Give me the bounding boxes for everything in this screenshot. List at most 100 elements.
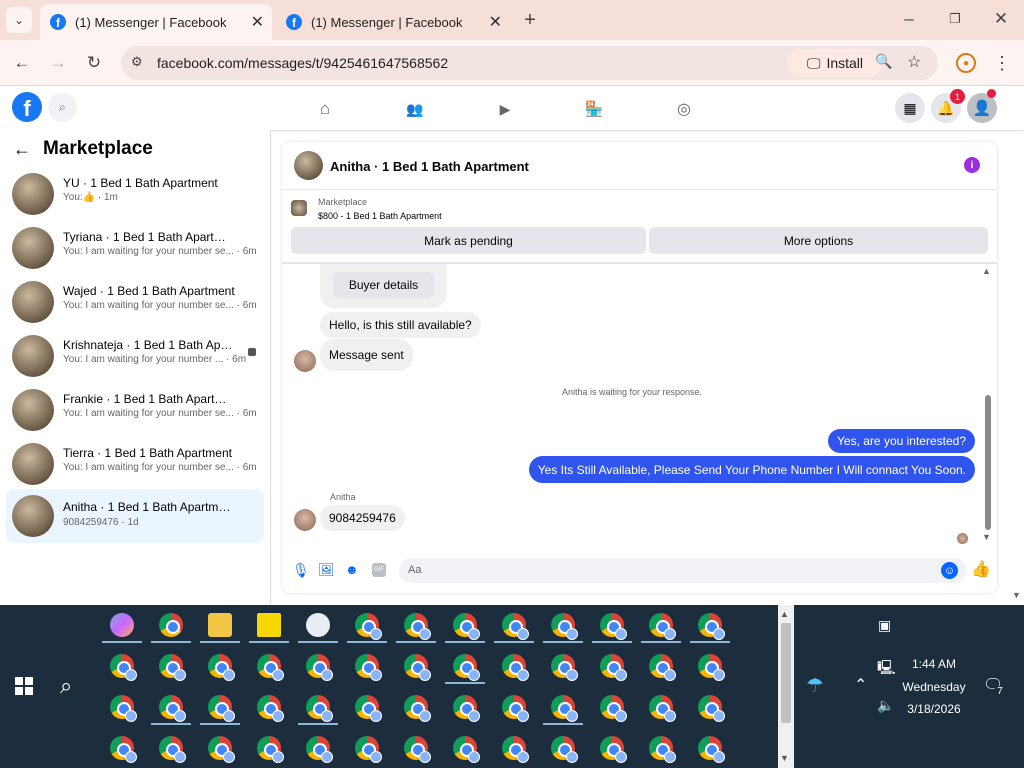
browser-tab-1[interactable]: f (1) Messenger | Facebook ✕ xyxy=(40,4,272,40)
taskbar-app-icon[interactable] xyxy=(600,654,627,681)
watch-icon[interactable]: ▶ xyxy=(494,98,516,120)
image-icon[interactable]: 🖼 xyxy=(318,562,335,578)
install-button[interactable]: 🖵 Install xyxy=(787,49,883,77)
home-icon[interactable]: ⌂ xyxy=(314,98,336,120)
network-icon[interactable]: 🖳 xyxy=(877,657,896,681)
sticker-icon[interactable]: ☻ xyxy=(345,562,359,577)
taskbar-app-icon[interactable] xyxy=(551,695,578,722)
browser-tab-2[interactable]: f (1) Messenger | Facebook ✕ xyxy=(276,4,510,40)
weather-icon[interactable]: ☂ xyxy=(806,673,824,698)
chrome-icon[interactable] xyxy=(159,613,183,637)
window-close-button[interactable]: ✕ xyxy=(988,6,1014,32)
close-tab-icon[interactable]: ✕ xyxy=(251,12,264,32)
conversation-item[interactable]: Frankie · 1 Bed 1 Bath Apartment You: I … xyxy=(6,384,264,438)
menu-grid-icon[interactable]: ▦ xyxy=(895,93,925,123)
taskbar-search-icon[interactable]: ⌕ xyxy=(60,673,72,699)
thumbs-up-send-icon[interactable]: 👍 xyxy=(971,559,991,579)
taskbar-app-icon[interactable] xyxy=(306,695,333,722)
taskbar-app-icon[interactable] xyxy=(453,654,480,681)
scroll-up-icon[interactable]: ▲ xyxy=(982,266,991,276)
listing-thumbnail[interactable] xyxy=(291,200,307,216)
taskbar-app-icon[interactable] xyxy=(404,736,431,763)
conversation-item[interactable]: Tierra · 1 Bed 1 Bath Apartment You: I a… xyxy=(6,438,264,492)
taskbar-app-icon[interactable] xyxy=(159,654,186,681)
taskbar-app-icon[interactable] xyxy=(306,736,333,763)
taskbar-app-icon[interactable] xyxy=(355,736,382,763)
friends-icon[interactable]: 👥 xyxy=(404,98,426,120)
taskbar-app-icon[interactable] xyxy=(551,654,578,681)
taskbar-app-icon[interactable] xyxy=(649,695,676,722)
conversation-item[interactable]: YU · 1 Bed 1 Bath Apartment You:👍 · 1m xyxy=(6,168,264,222)
taskbar-app-icon[interactable] xyxy=(551,736,578,763)
taskbar-app-icon[interactable] xyxy=(110,736,137,763)
taskbar-app-icon[interactable] xyxy=(698,695,725,722)
taskbar-app-icon[interactable] xyxy=(404,654,431,681)
groups-icon[interactable]: ◎ xyxy=(673,98,695,120)
facebook-logo-icon[interactable]: f xyxy=(12,92,42,122)
taskbar-app-icon[interactable] xyxy=(502,613,529,640)
taskbar-scrollbar[interactable]: ▲ ▼ xyxy=(778,605,794,768)
info-icon[interactable]: i xyxy=(964,157,980,173)
taskbar-app-icon[interactable] xyxy=(355,695,382,722)
omnibox[interactable]: ⚙ facebook.com/messages/t/94254616475685… xyxy=(121,46,938,80)
scroll-down-icon[interactable]: ▼ xyxy=(982,532,991,542)
more-options-button[interactable]: More options xyxy=(649,227,988,254)
taskbar-app-icon[interactable] xyxy=(600,736,627,763)
back-arrow-icon[interactable]: ← xyxy=(13,139,31,160)
bookmark-star-icon[interactable]: ☆ xyxy=(907,52,921,72)
taskbar-app-icon[interactable] xyxy=(649,654,676,681)
taskbar-app-icon[interactable] xyxy=(110,654,137,681)
snipping-icon[interactable] xyxy=(306,613,330,637)
zoom-icon[interactable]: 🔍 xyxy=(875,53,892,70)
taskbar-app-icon[interactable] xyxy=(600,695,627,722)
message-input[interactable]: Aa ☺ xyxy=(399,558,966,583)
file-explorer-icon[interactable] xyxy=(208,613,232,637)
profile-icon[interactable]: ● xyxy=(956,53,976,73)
clock-day[interactable]: Wednesday xyxy=(900,680,968,694)
taskbar-scroll-down-icon[interactable]: ▼ xyxy=(780,753,789,763)
conversation-item[interactable]: Tyriana · 1 Bed 1 Bath Apartment You: I … xyxy=(6,222,264,276)
taskbar-app-icon[interactable] xyxy=(551,613,578,640)
chat-scrollbar-thumb[interactable] xyxy=(985,395,991,530)
restore-button[interactable]: ❐ xyxy=(942,6,968,32)
chat-header-name[interactable]: Anitha · 1 Bed 1 Bath Apartment xyxy=(330,159,529,174)
windows-start-icon[interactable] xyxy=(15,677,33,695)
taskbar-app-icon[interactable] xyxy=(208,736,235,763)
reload-button[interactable]: ↻ xyxy=(81,50,107,76)
show-hidden-icons-icon[interactable]: ⌃ xyxy=(854,675,867,695)
conversation-item[interactable]: Wajed · 1 Bed 1 Bath Apartment You: I am… xyxy=(6,276,264,330)
taskbar-app-icon[interactable] xyxy=(355,613,382,640)
taskbar-scroll-thumb[interactable] xyxy=(781,623,791,723)
taskbar-app-icon[interactable] xyxy=(502,695,529,722)
taskbar-app-icon[interactable] xyxy=(257,736,284,763)
close-tab-icon[interactable]: ✕ xyxy=(489,12,502,32)
page-scroll-down-icon[interactable]: ▼ xyxy=(1012,590,1021,600)
taskbar-app-icon[interactable] xyxy=(453,736,480,763)
clock-time[interactable]: 1:44 AM xyxy=(904,657,964,671)
back-button[interactable]: ← xyxy=(9,50,35,76)
taskbar-app-icon[interactable] xyxy=(159,695,186,722)
taskbar-app-icon[interactable] xyxy=(110,695,137,722)
new-tab-button[interactable]: + xyxy=(517,7,543,33)
forward-button[interactable]: → xyxy=(45,50,71,76)
marketplace-icon[interactable]: 🏪 xyxy=(583,98,605,120)
taskbar-app-icon[interactable] xyxy=(698,613,725,640)
mark-as-pending-button[interactable]: Mark as pending xyxy=(291,227,646,254)
taskbar-app-icon[interactable] xyxy=(306,654,333,681)
taskbar-app-icon[interactable] xyxy=(208,695,235,722)
conversation-item-selected[interactable]: Anitha · 1 Bed 1 Bath Apartment 90842594… xyxy=(6,489,264,543)
emoji-icon[interactable]: ☺ xyxy=(941,562,958,579)
minimize-button[interactable]: – xyxy=(896,6,922,32)
chat-avatar[interactable] xyxy=(294,151,323,180)
taskbar-app-icon[interactable] xyxy=(649,736,676,763)
taskbar-app-icon[interactable] xyxy=(698,736,725,763)
taskbar-app-icon[interactable] xyxy=(159,736,186,763)
listing-title[interactable]: $800 - 1 Bed 1 Bath Apartment xyxy=(318,211,442,221)
search-icon[interactable]: ⌕ xyxy=(48,93,77,122)
taskbar-app-icon[interactable] xyxy=(404,613,431,640)
taskbar-app-icon[interactable] xyxy=(257,654,284,681)
taskbar-scroll-up-icon[interactable]: ▲ xyxy=(780,609,789,619)
taskbar-app-icon[interactable] xyxy=(649,613,676,640)
browser-menu-icon[interactable]: ⋮ xyxy=(989,50,1015,76)
taskbar-app-icon[interactable] xyxy=(404,695,431,722)
